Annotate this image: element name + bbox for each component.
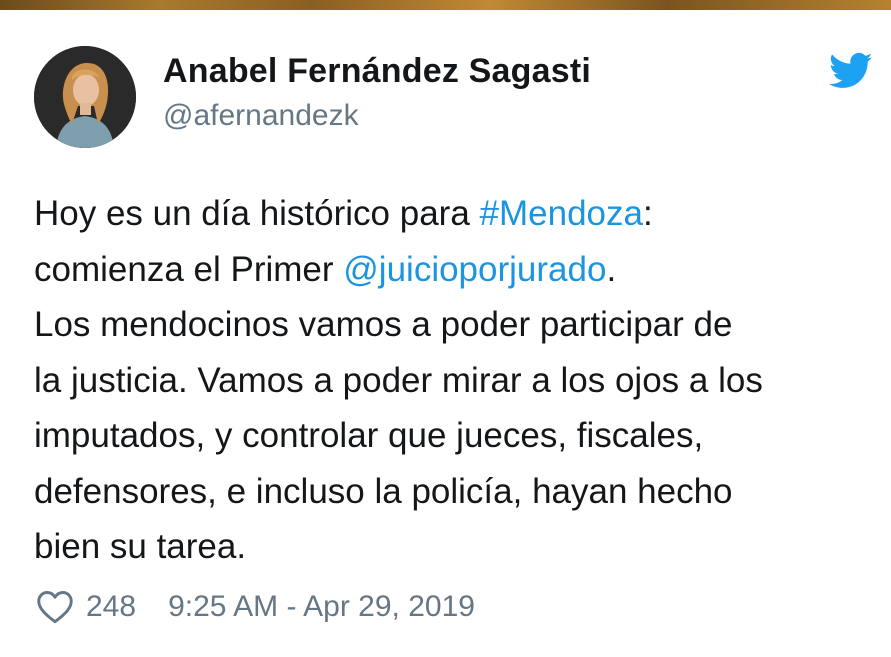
heart-outline-icon[interactable] <box>36 590 74 624</box>
mention-link[interactable]: @juicioporjurado <box>343 250 606 289</box>
tweet-line: imputados, y controlar que jueces, fisca… <box>34 416 704 455</box>
user-handle[interactable]: @afernandezk <box>163 99 359 133</box>
tweet-line: bien su tarea. <box>34 527 247 566</box>
tweet-footer: 248 9:25 AM - Apr 29, 2019 <box>36 585 475 629</box>
tweet-line: comienza el Primer @juicioporjurado. <box>34 249 617 289</box>
tweet-line: Hoy es un día histórico para #Mendoza: <box>34 194 653 233</box>
display-name[interactable]: Anabel Fernández Sagasti <box>163 52 591 91</box>
tweet-text: Hoy es un día histórico para #Mendoza: c… <box>34 186 879 575</box>
top-photo-strip <box>0 0 891 10</box>
hashtag-link[interactable]: #Mendoza <box>480 194 643 233</box>
tweet-line: la justicia. Vamos a poder mirar a los o… <box>34 360 763 400</box>
profile-photo <box>34 46 136 148</box>
tweet-line: defensores, e incluso la policía, hayan … <box>34 471 733 511</box>
tweet-line: Los mendocinos vamos a poder participar … <box>34 305 733 344</box>
timestamp[interactable]: 9:25 AM - Apr 29, 2019 <box>168 590 475 624</box>
like-count: 248 <box>86 590 137 623</box>
twitter-bird-icon[interactable] <box>829 52 873 90</box>
avatar[interactable] <box>34 46 136 148</box>
